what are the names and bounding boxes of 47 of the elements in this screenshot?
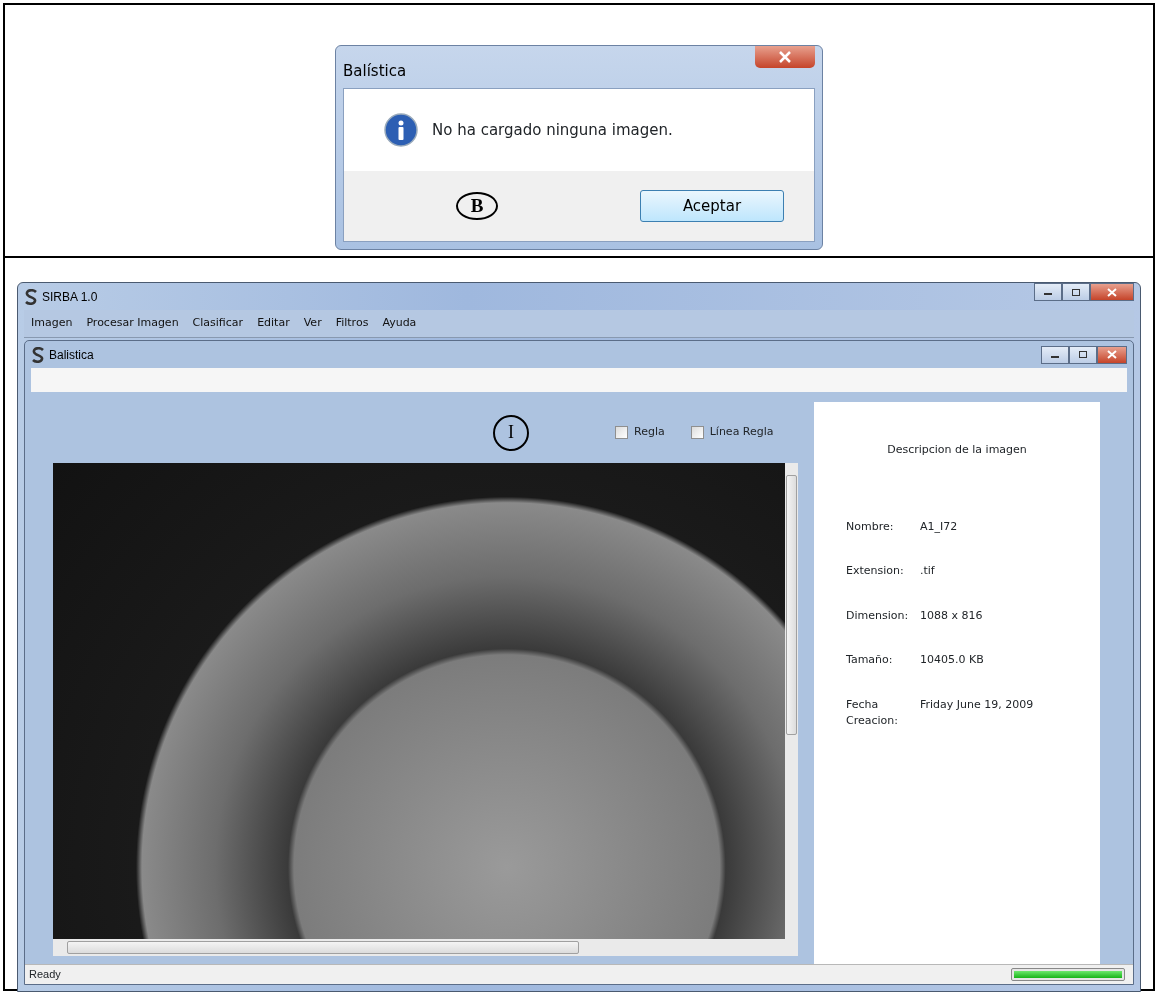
ok-button[interactable]: Aceptar <box>640 190 784 222</box>
maximize-icon <box>1078 350 1088 359</box>
maximize-icon <box>1071 287 1081 297</box>
close-button[interactable] <box>755 46 815 68</box>
checkbox-option[interactable]: Regla <box>615 424 665 441</box>
dialog-title: Balística <box>343 60 407 82</box>
field-value: .tif <box>920 563 935 579</box>
child-window-title: Balistica <box>49 346 94 364</box>
field-value: A1_I72 <box>920 518 958 535</box>
field-value: 1088 x 816 <box>920 607 983 624</box>
minimize-button[interactable] <box>1034 283 1062 301</box>
field-value: 10405.0 KB <box>920 652 984 668</box>
panel-title: Descripcion de la imagen <box>886 442 1028 458</box>
close-icon <box>778 51 792 63</box>
field-value: Friday June 19, 2009 <box>920 696 1034 713</box>
field-label: Tamaño: <box>846 652 894 668</box>
annotation-label: B <box>456 192 498 220</box>
app-logo-icon <box>31 346 45 363</box>
menu-item[interactable]: Editar <box>250 315 297 332</box>
close-icon <box>1107 350 1117 359</box>
maximize-button[interactable] <box>1062 283 1090 301</box>
checkbox-option[interactable]: Línea Regla <box>690 424 774 441</box>
checkbox[interactable] <box>615 426 628 439</box>
minimize-button[interactable] <box>1041 345 1069 364</box>
menu-item[interactable]: Procesar Imagen <box>79 315 186 332</box>
info-icon <box>384 113 418 147</box>
close-button[interactable] <box>1090 283 1134 301</box>
menu-item[interactable]: Ayuda <box>375 315 424 332</box>
checkbox[interactable] <box>690 426 704 439</box>
close-icon <box>1107 287 1117 297</box>
field-label: Nombre: <box>846 518 895 535</box>
menu-item[interactable]: Clasificar <box>185 315 251 332</box>
horizontal-scrollbar[interactable] <box>53 939 798 956</box>
field-label: Fecha Creacion: <box>846 696 899 729</box>
status-text: Ready <box>29 967 61 983</box>
menu-item[interactable]: Ver <box>296 315 329 332</box>
dialog-message: No ha cargado ninguna imagen. <box>432 119 673 141</box>
maximize-button[interactable] <box>1069 345 1097 364</box>
close-button[interactable] <box>1097 345 1127 364</box>
app-logo-icon <box>24 288 38 305</box>
field-label: Dimension: <box>846 607 910 624</box>
field-label: Extension: <box>846 563 905 579</box>
menu-item[interactable]: Filtros <box>328 315 376 332</box>
annotation-label: I <box>493 414 529 451</box>
vertical-scrollbar[interactable] <box>785 463 798 939</box>
window-title: SIRBA 1.0 <box>42 288 98 306</box>
menu-item[interactable]: Imagen <box>24 315 80 332</box>
